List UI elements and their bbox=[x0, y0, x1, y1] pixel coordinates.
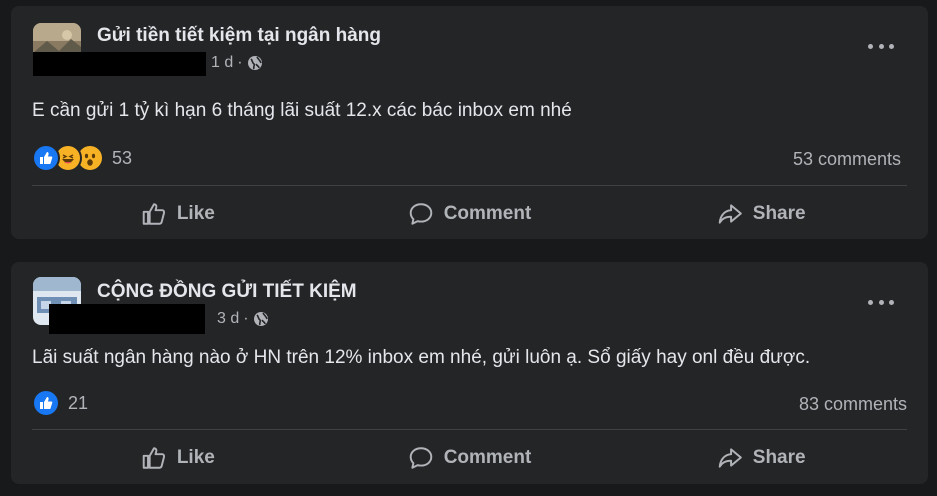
share-label: Share bbox=[752, 447, 806, 468]
meta-separator: · bbox=[243, 310, 249, 327]
comments-count[interactable]: 83 comments bbox=[799, 394, 907, 415]
reactions-summary[interactable]: 21 bbox=[32, 389, 88, 417]
comment-label: Comment bbox=[443, 447, 532, 468]
like-reaction-icon bbox=[32, 144, 60, 172]
divider bbox=[32, 429, 907, 430]
post-time[interactable]: 3 d bbox=[217, 310, 239, 328]
action-bar: Like Comment Share bbox=[32, 436, 907, 480]
comment-button[interactable]: Comment bbox=[324, 436, 616, 480]
comment-icon bbox=[409, 447, 432, 469]
comments-count[interactable]: 53 comments bbox=[793, 149, 901, 170]
reaction-count: 53 bbox=[112, 147, 133, 168]
redacted-author bbox=[33, 52, 206, 76]
more-options-icon[interactable] bbox=[868, 297, 894, 307]
share-icon bbox=[718, 448, 742, 468]
post-body: Lãi suất ngân hàng nào ở HN trên 12% inb… bbox=[32, 347, 811, 368]
like-button[interactable]: Like bbox=[32, 436, 324, 480]
like-button[interactable]: Like bbox=[32, 192, 324, 236]
share-icon bbox=[718, 204, 742, 224]
action-bar: Like Comment Share bbox=[32, 192, 907, 236]
meta-separator: · bbox=[237, 54, 243, 71]
comment-icon bbox=[409, 203, 432, 225]
more-options-icon[interactable] bbox=[868, 41, 894, 51]
share-button[interactable]: Share bbox=[615, 192, 907, 236]
comment-button[interactable]: Comment bbox=[324, 192, 616, 236]
share-button[interactable]: Share bbox=[615, 436, 907, 480]
reaction-count: 21 bbox=[68, 392, 89, 413]
group-title[interactable]: CỘNG ĐỒNG GỬI TIẾT KIỆM bbox=[97, 281, 357, 303]
post-card: Gửi tiền tiết kiệm tại ngân hàng 1 d · E… bbox=[11, 6, 928, 239]
post-meta: 3 d · bbox=[217, 310, 269, 328]
reactions-summary[interactable]: 53 bbox=[32, 144, 132, 172]
like-icon bbox=[142, 447, 165, 469]
like-label: Like bbox=[176, 203, 215, 224]
redacted-author bbox=[49, 304, 205, 334]
globe-icon bbox=[247, 55, 263, 71]
comment-label: Comment bbox=[443, 203, 532, 224]
globe-icon bbox=[253, 311, 269, 327]
post-meta: 1 d · bbox=[211, 54, 263, 72]
divider bbox=[32, 185, 907, 186]
post-card: CỘNG ĐỒNG GỬI TIẾT KIỆM 3 d · Lãi suất n… bbox=[11, 262, 928, 484]
like-icon bbox=[142, 203, 165, 225]
like-label: Like bbox=[176, 447, 215, 468]
like-reaction-icon bbox=[32, 389, 60, 417]
post-time[interactable]: 1 d bbox=[211, 54, 233, 72]
post-body: E cần gửi 1 tỷ kì hạn 6 tháng lãi suất 1… bbox=[32, 100, 572, 121]
group-title[interactable]: Gửi tiền tiết kiệm tại ngân hàng bbox=[97, 25, 381, 47]
share-label: Share bbox=[752, 203, 806, 224]
